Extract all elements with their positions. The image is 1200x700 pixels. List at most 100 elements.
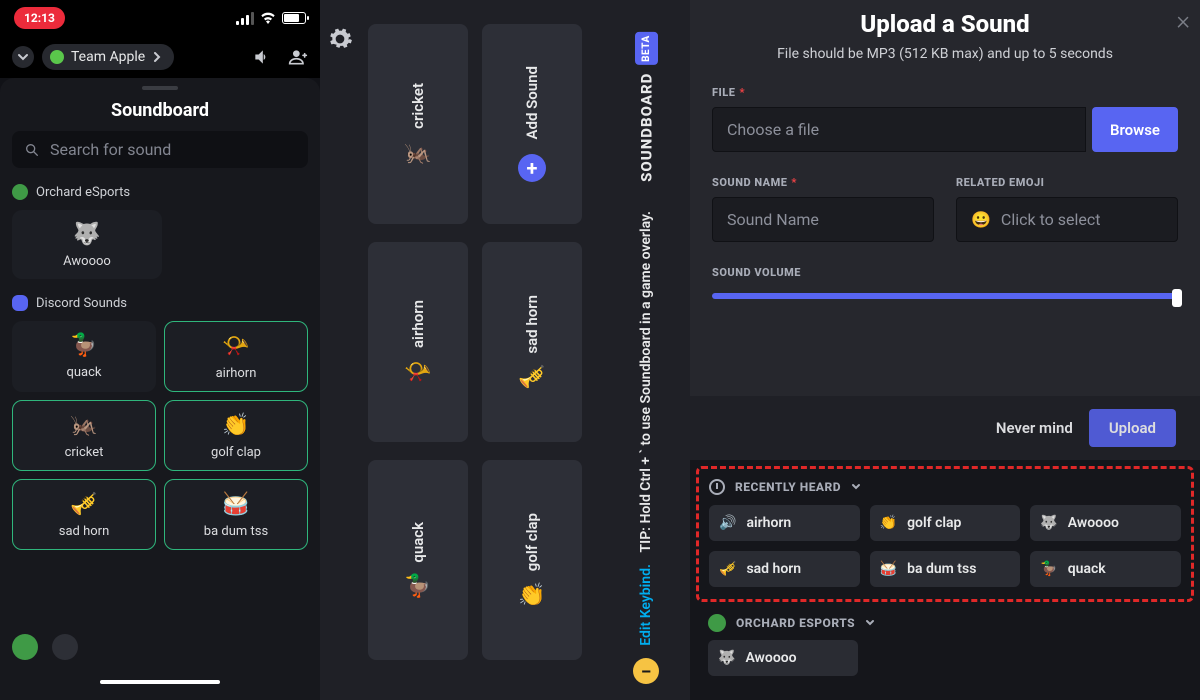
duck-icon: 🦆 bbox=[404, 576, 431, 598]
recent-card-label: sad horn bbox=[746, 561, 801, 577]
wifi-icon bbox=[260, 12, 276, 24]
sound-name-input[interactable]: Sound Name bbox=[712, 197, 934, 242]
sound-card-awoooo[interactable]: 🐺 Awoooo bbox=[12, 210, 162, 279]
edit-keybind-link[interactable]: Edit Keybind. bbox=[638, 564, 654, 646]
overlay-card-cricket[interactable]: cricket 🦗 bbox=[368, 24, 468, 224]
discord-section-label: Discord Sounds bbox=[36, 296, 127, 311]
sheet-grabber[interactable] bbox=[142, 86, 178, 90]
overlay-card-golf-clap[interactable]: golf clap 👏 bbox=[482, 460, 582, 660]
sound-card-ba-dum-tss[interactable]: 🥁 ba dum tss bbox=[164, 479, 308, 550]
upload-title: Upload a Sound bbox=[712, 10, 1178, 38]
wolf-icon: 🐺 bbox=[718, 650, 735, 666]
chevron-down-icon bbox=[851, 482, 861, 492]
recent-card-sad-horn[interactable]: 🎺 sad horn bbox=[709, 551, 860, 587]
browse-button[interactable]: Browse bbox=[1092, 107, 1178, 152]
search-input[interactable]: Search for sound bbox=[12, 131, 308, 168]
overlay-soundboard-panel: cricket 🦗 Add Sound + airhorn 📯 sad horn… bbox=[320, 0, 690, 700]
overlay-tip-text: TIP: Hold Ctrl + ` to use Soundboard in … bbox=[638, 211, 654, 552]
sound-label: quack bbox=[66, 365, 101, 380]
overlay-card-label: cricket bbox=[409, 83, 427, 129]
gear-icon[interactable] bbox=[327, 26, 353, 52]
channel-name: Team Apple bbox=[71, 49, 145, 65]
add-user-icon[interactable] bbox=[288, 47, 308, 67]
overlay-title: SOUNDBOARD BETA bbox=[635, 32, 658, 182]
wolf-icon: 🐺 bbox=[73, 224, 100, 246]
sound-card-quack[interactable]: 🦆 quack bbox=[12, 321, 156, 392]
plus-icon: + bbox=[518, 154, 546, 182]
search-placeholder: Search for sound bbox=[50, 140, 171, 159]
collapse-button[interactable] bbox=[12, 46, 34, 68]
overlay-card-add-sound[interactable]: Add Sound + bbox=[482, 24, 582, 224]
discord-avatar-icon[interactable] bbox=[52, 634, 78, 660]
recent-card-label: airhorn bbox=[746, 515, 791, 531]
file-label: FILE* bbox=[712, 86, 1178, 99]
volume-slider[interactable] bbox=[712, 293, 1178, 299]
sound-label: ba dum tss bbox=[204, 524, 268, 539]
recent-card-awoooo[interactable]: 🐺Awoooo bbox=[1030, 505, 1181, 541]
overlay-card-label: sad horn bbox=[523, 295, 541, 354]
upload-sound-modal: × Upload a Sound File should be MP3 (512… bbox=[690, 0, 1200, 460]
overlay-card-airhorn[interactable]: airhorn 📯 bbox=[368, 242, 468, 442]
slider-thumb[interactable] bbox=[1172, 289, 1182, 307]
recent-card-label: ba dum tss bbox=[907, 561, 976, 577]
never-mind-button[interactable]: Never mind bbox=[996, 419, 1073, 437]
minimize-icon[interactable]: – bbox=[633, 658, 659, 684]
recent-card-label: golf clap bbox=[907, 515, 961, 531]
server-icon bbox=[708, 614, 726, 632]
sound-label: Awoooo bbox=[63, 254, 111, 269]
overlay-card-sad-horn[interactable]: sad horn 🎺 bbox=[482, 242, 582, 442]
server-card-awoooo[interactable]: 🐺 Awoooo bbox=[708, 640, 858, 676]
wolf-icon: 🐺 bbox=[1040, 515, 1057, 531]
highlight-box: RECENTLY HEARD 🔊 airhorn 👏 golf clap 🐺Awoo… bbox=[696, 466, 1194, 602]
clap-icon: 👏 bbox=[518, 585, 545, 607]
clock-icon bbox=[709, 479, 725, 495]
status-bar: 12:13 bbox=[0, 0, 320, 36]
trumpet-icon: 🎺 bbox=[70, 494, 97, 516]
sound-name-label: SOUND NAME* bbox=[712, 176, 934, 189]
sound-card-cricket[interactable]: 🦗 cricket bbox=[12, 400, 156, 471]
sound-volume-label: SOUND VOLUME bbox=[712, 266, 1178, 279]
recently-heard-label: RECENTLY HEARD bbox=[735, 480, 841, 494]
soundboard-title: Soundboard bbox=[12, 100, 308, 121]
smile-icon: 😀 bbox=[971, 210, 991, 229]
mobile-footer bbox=[12, 624, 308, 670]
sound-card-sad-horn[interactable]: 🎺 sad horn bbox=[12, 479, 156, 550]
sound-card-airhorn[interactable]: 📯 airhorn bbox=[164, 321, 308, 392]
overlay-card-label: airhorn bbox=[409, 300, 427, 348]
orchard-esports-header[interactable]: ORCHARD ESPORTS bbox=[708, 614, 1194, 632]
search-icon bbox=[24, 142, 40, 158]
speaker-icon[interactable] bbox=[252, 47, 272, 67]
cricket-icon: 🦗 bbox=[70, 415, 97, 437]
recent-card-airhorn[interactable]: 🔊 airhorn bbox=[709, 505, 860, 541]
recent-card-golf-clap[interactable]: 👏 golf clap bbox=[870, 505, 1021, 541]
trumpet-icon: 🎺 bbox=[518, 367, 545, 389]
chevron-down-icon bbox=[865, 618, 875, 628]
discord-section-header: Discord Sounds bbox=[12, 295, 308, 311]
close-icon[interactable]: × bbox=[1176, 6, 1190, 36]
beta-badge: BETA bbox=[635, 32, 658, 65]
clap-icon: 👏 bbox=[880, 515, 897, 531]
sound-card-golf-clap[interactable]: 👏 golf clap bbox=[164, 400, 308, 471]
trumpet-icon: 🎺 bbox=[719, 561, 736, 577]
airhorn-icon: 📯 bbox=[222, 336, 249, 358]
file-input[interactable]: Choose a file bbox=[712, 107, 1086, 152]
related-emoji-input[interactable]: 😀 Click to select bbox=[956, 197, 1178, 242]
discord-logo-icon bbox=[12, 295, 28, 311]
emoji-placeholder: Click to select bbox=[1001, 210, 1101, 229]
channel-chip[interactable]: Team Apple bbox=[42, 44, 174, 70]
home-indicator bbox=[100, 680, 220, 684]
cricket-icon: 🦗 bbox=[404, 143, 431, 165]
recent-card-ba-dum-tss[interactable]: 🥁ba dum tss bbox=[870, 551, 1021, 587]
server-icon bbox=[12, 184, 28, 200]
recently-heard-header[interactable]: RECENTLY HEARD bbox=[709, 479, 1181, 495]
overlay-card-quack[interactable]: quack 🦆 bbox=[368, 460, 468, 660]
sound-label: golf clap bbox=[211, 445, 261, 460]
speaker-icon: 🔊 bbox=[719, 515, 736, 531]
server-avatar-icon[interactable] bbox=[12, 634, 38, 660]
server-section-label: Orchard eSports bbox=[36, 185, 130, 200]
orchard-esports-label: ORCHARD ESPORTS bbox=[736, 616, 855, 630]
recent-card-quack[interactable]: 🦆quack bbox=[1030, 551, 1181, 587]
battery-icon bbox=[282, 12, 306, 24]
upload-button[interactable]: Upload bbox=[1089, 409, 1176, 447]
overlay-card-label: golf clap bbox=[523, 513, 541, 571]
